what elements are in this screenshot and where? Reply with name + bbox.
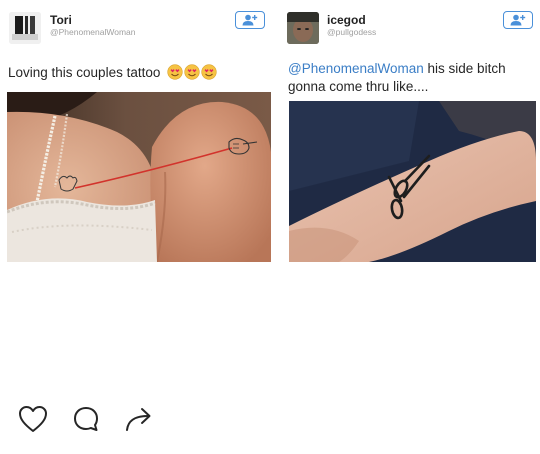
avatar[interactable] xyxy=(9,12,41,44)
couple-red-string-tattoo-image xyxy=(7,92,271,262)
comment-icon[interactable] xyxy=(72,405,100,433)
avatar-image xyxy=(9,12,41,44)
heart-icon[interactable] xyxy=(18,405,48,433)
user-handle[interactable]: @PhenomenalWoman xyxy=(50,27,136,37)
display-name[interactable]: Tori xyxy=(50,13,72,27)
add-user-icon xyxy=(242,14,258,26)
wrist-tattoo-photo[interactable] xyxy=(289,101,536,262)
wrist-scissors-tattoo-image xyxy=(289,101,536,262)
tweet-text-line1: his side bitch xyxy=(423,61,506,76)
display-name[interactable]: icegod xyxy=(327,13,366,27)
follow-button[interactable] xyxy=(503,11,533,29)
tweet-text: Loving this couples tattoo xyxy=(8,64,217,85)
avatar-image xyxy=(287,12,319,44)
follow-button[interactable] xyxy=(235,11,265,29)
emoji-group xyxy=(167,64,217,85)
avatar[interactable] xyxy=(287,12,319,44)
couple-tattoo-photo[interactable] xyxy=(7,92,271,262)
user-handle[interactable]: @pullgodess xyxy=(327,27,376,37)
smiling-face-with-heart-eyes-icon xyxy=(167,64,217,80)
tweet-text: @PhenomenalWoman his side bitch gonna co… xyxy=(288,60,538,96)
share-icon[interactable] xyxy=(124,405,154,433)
add-user-icon xyxy=(510,14,526,26)
action-bar xyxy=(18,405,154,433)
tweet-text-line2: gonna come thru like.... xyxy=(288,79,429,94)
tweet-text-body: Loving this couples tattoo xyxy=(8,65,161,80)
mention-link[interactable]: @PhenomenalWoman xyxy=(288,61,424,76)
